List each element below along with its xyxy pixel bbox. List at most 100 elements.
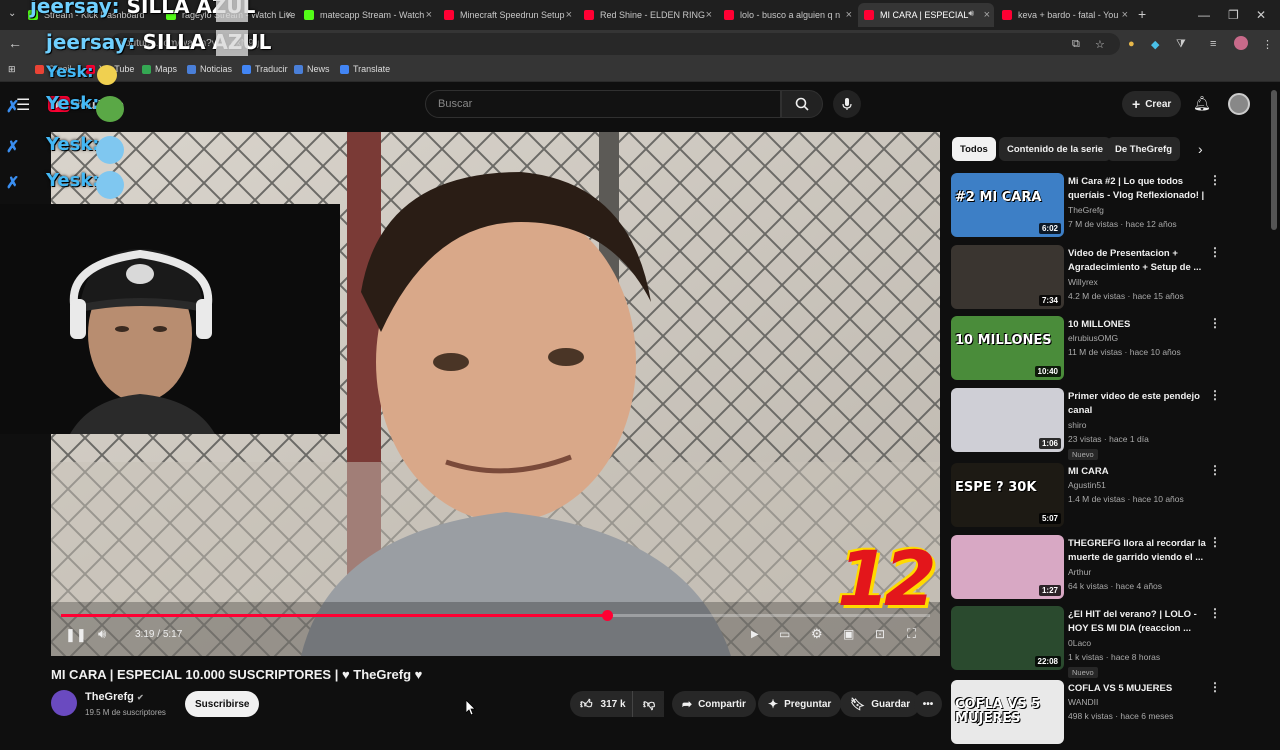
notifications-bell-icon[interactable]: 🔔︎ (1193, 95, 1211, 112)
share-button[interactable]: ➦ Compartir (672, 691, 756, 717)
search-input[interactable]: Buscar (425, 90, 781, 118)
video-thumbnail[interactable]: 22:08 (951, 606, 1064, 670)
video-title[interactable]: MI CARA (1068, 465, 1208, 479)
video-thumbnail[interactable]: 1:27 (951, 535, 1064, 599)
more-actions-button[interactable]: ••• (914, 691, 942, 717)
apps-icon[interactable]: ⊞ (8, 64, 16, 75)
extensions-puzzle-icon[interactable]: ⧩ (1176, 38, 1186, 51)
install-icon[interactable]: ⧉ (1072, 38, 1080, 51)
more-options-icon[interactable]: ⋮ (1209, 680, 1221, 694)
channel-name[interactable]: elrubiusOMG (1068, 333, 1118, 343)
tab-search-icon[interactable]: ⌄ (8, 8, 16, 19)
back-icon[interactable]: ← (8, 35, 22, 51)
create-button[interactable]: + Crear (1122, 91, 1182, 117)
browser-menu-icon[interactable]: ⋮ (1262, 38, 1273, 51)
video-title[interactable]: THEGREFG llora al recordar la muerte de … (1068, 537, 1208, 565)
extension-icon[interactable]: ● (1128, 38, 1135, 50)
channel-name[interactable]: WANDII (1068, 697, 1098, 707)
recommended-video[interactable]: 22:08 ¿El HIT del verano? | LOLO - HOY ES… (951, 606, 1251, 678)
video-thumbnail[interactable]: COFLA VS 5 MUJERES (951, 680, 1064, 744)
maximize-icon[interactable]: ❐ (1228, 8, 1239, 22)
channel-name[interactable]: TheGrefg (1068, 205, 1104, 215)
video-thumbnail[interactable]: 7:34 (951, 245, 1064, 309)
minimize-icon[interactable]: — (1198, 8, 1210, 22)
close-icon[interactable]: × (1122, 9, 1128, 21)
recommended-video[interactable]: 1:27 THEGREFG llora al recordar la muerte… (951, 535, 1251, 605)
channel-avatar[interactable] (51, 690, 77, 716)
bookmark-star-icon[interactable]: ☆ (1095, 38, 1105, 51)
recommended-video[interactable]: #2 MI CARA 6:02 Mi Cara #2 | Lo que todos … (951, 173, 1251, 243)
recommended-video[interactable]: ESPE ? 30K 5:07 MI CARA Agustin51 1.4 M de v… (951, 463, 1251, 533)
recommended-video[interactable]: 7:34 Video de Presentacion + Agradecimien… (951, 245, 1251, 315)
bookmark-maps[interactable]: Maps (142, 64, 177, 74)
more-options-icon[interactable]: ⋮ (1209, 388, 1221, 402)
channel-name[interactable]: Arthur (1068, 567, 1091, 577)
speaker-icon[interactable]: 🔊︎ (968, 8, 974, 19)
search-button[interactable] (781, 90, 823, 118)
save-button[interactable]: 🔖︎ Guardar (840, 691, 921, 717)
chevron-right-icon[interactable]: › (1198, 141, 1203, 157)
tab-4[interactable]: Red Shine - ELDEN RING × (578, 3, 716, 27)
autoplay-toggle-icon[interactable]: ▶ (751, 629, 759, 640)
chip-from-channel[interactable]: De TheGrefg (1107, 137, 1181, 161)
progress-bar[interactable] (61, 610, 930, 621)
channel-name[interactable]: 0Laco (1068, 638, 1091, 648)
more-options-icon[interactable]: ⋮ (1209, 245, 1221, 259)
video-title[interactable]: Mi Cara #2 | Lo que todos queríais - Vlo… (1068, 175, 1208, 203)
channel-name[interactable]: TheGrefg ✔ (85, 691, 144, 703)
window-close-icon[interactable]: ✕ (1256, 8, 1266, 22)
chip-series-content[interactable]: Contenido de la serie (999, 137, 1112, 161)
bookmark-traducir[interactable]: Traducir (242, 64, 288, 74)
media-control-icon[interactable]: ≡ (1210, 38, 1216, 50)
video-thumbnail[interactable]: ESPE ? 30K 5:07 (951, 463, 1064, 527)
close-icon[interactable]: × (984, 9, 990, 21)
channel-name[interactable]: Agustin51 (1068, 480, 1106, 490)
video-title[interactable]: 10 MILLONES (1068, 318, 1208, 332)
more-options-icon[interactable]: ⋮ (1209, 463, 1221, 477)
recommended-video[interactable]: 10 MILLONES 10:40 10 MILLONES elrubiusOMG 11… (951, 316, 1251, 386)
bookmark-translate[interactable]: Translate (340, 64, 390, 74)
more-options-icon[interactable]: ⋮ (1209, 173, 1221, 187)
more-options-icon[interactable]: ⋮ (1209, 535, 1221, 549)
tab-3[interactable]: Minecraft Speedrun Setup × (438, 3, 576, 27)
progress-scrubber[interactable] (601, 610, 613, 621)
more-options-icon[interactable]: ⋮ (1209, 606, 1221, 620)
close-icon[interactable]: × (846, 9, 852, 21)
bookmark-news[interactable]: News (294, 64, 330, 74)
video-title[interactable]: Primer video de este pendejo canal (1068, 390, 1208, 418)
close-icon[interactable]: × (286, 9, 292, 21)
pause-icon[interactable]: ❚❚ (65, 627, 87, 643)
video-thumbnail[interactable]: 1:06 (951, 388, 1064, 452)
dislike-button[interactable]: 👎︎ (632, 691, 664, 717)
tab-2[interactable]: matecapp Stream - Watch × (298, 3, 436, 27)
more-options-icon[interactable]: ⋮ (1209, 316, 1221, 330)
extension-icon[interactable]: ◆ (1151, 38, 1159, 51)
channel-name[interactable]: shiro (1068, 420, 1086, 430)
channel-name[interactable]: Willyrex (1068, 277, 1098, 287)
subtitles-icon[interactable]: ▭ (779, 627, 790, 641)
video-thumbnail[interactable]: 10 MILLONES 10:40 (951, 316, 1064, 380)
subscribe-button[interactable]: Suscribirse (185, 691, 260, 717)
video-title[interactable]: COFLA VS 5 MUJERES (1068, 682, 1208, 696)
new-tab-button[interactable]: + (1138, 6, 1146, 22)
recommended-video[interactable]: 1:06 Primer video de este pendejo canal sh… (951, 388, 1251, 460)
video-title[interactable]: Video de Presentacion + Agradecimiento +… (1068, 247, 1208, 275)
tab-7[interactable]: keva + bardo - fatal - You × (996, 3, 1132, 27)
account-avatar[interactable] (1228, 93, 1250, 115)
page-scrollbar[interactable] (1271, 90, 1277, 230)
recommended-video[interactable]: COFLA VS 5 MUJERES COFLA VS 5 MUJERES WAND… (951, 680, 1251, 750)
video-thumbnail[interactable]: #2 MI CARA 6:02 (951, 173, 1064, 237)
tab-5[interactable]: lolo - busco a alguien q n × (718, 3, 856, 27)
bookmark-noticias[interactable]: Noticias (187, 64, 232, 74)
settings-gear-icon[interactable]: ⚙ (811, 626, 823, 642)
video-title[interactable]: ¿El HIT del verano? | LOLO - HOY ES MI D… (1068, 608, 1208, 636)
volume-icon[interactable]: 🔊︎ (98, 626, 106, 642)
close-icon[interactable]: × (566, 9, 572, 21)
voice-search-button[interactable] (833, 90, 861, 118)
fullscreen-icon[interactable]: ⛶ (907, 626, 916, 642)
chip-all[interactable]: Todos (952, 137, 996, 161)
ask-button[interactable]: ✦ Preguntar (758, 691, 842, 717)
cast-icon[interactable]: ⊡ (875, 627, 885, 641)
tab-6-active[interactable]: MI CARA | ESPECIAL 🔊︎ × (858, 3, 994, 27)
close-icon[interactable]: × (426, 9, 432, 21)
